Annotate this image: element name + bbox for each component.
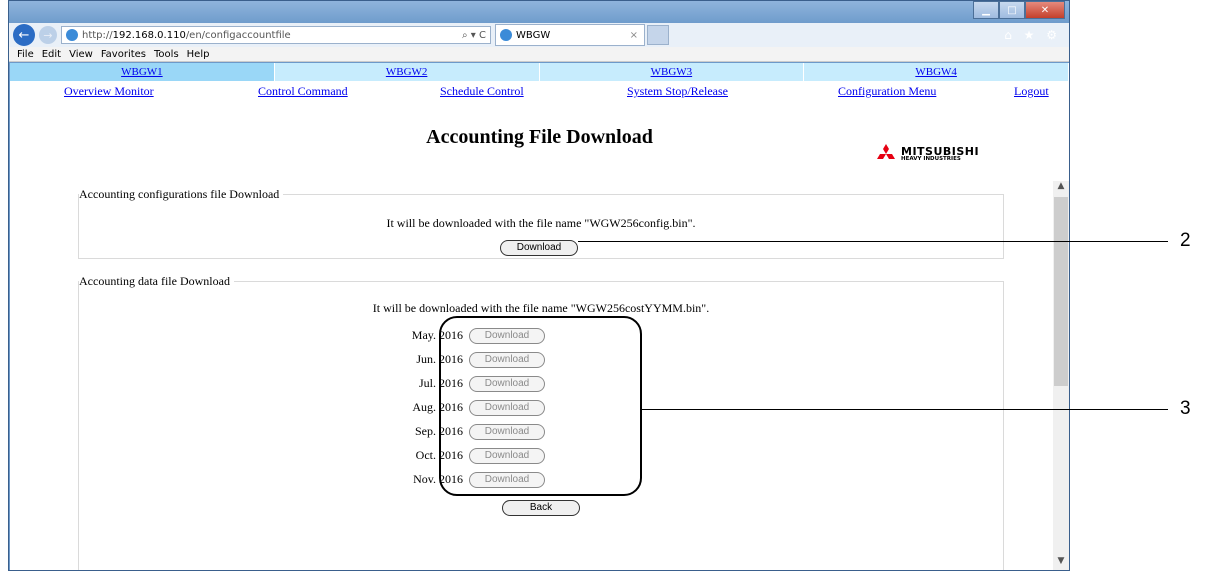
tab-wbgw2-link[interactable]: WBGW2 [386, 66, 428, 78]
tab-close-icon[interactable]: × [630, 30, 638, 41]
menu-view[interactable]: View [69, 49, 93, 60]
nav-logout[interactable]: Logout [1014, 84, 1049, 99]
callout-2-leader [578, 241, 1168, 242]
back-arrow-icon[interactable]: ← [13, 24, 35, 46]
browser-window: ▁ □ ✕ ← → http://192.168.0.110/en/config… [8, 0, 1070, 571]
menu-favorites[interactable]: Favorites [101, 49, 146, 60]
nav-configuration-menu[interactable]: Configuration Menu [838, 84, 936, 99]
tab-wbgw4-link[interactable]: WBGW4 [915, 66, 957, 78]
config-file-note: It will be downloaded with the file name… [386, 216, 696, 230]
data-file-note: It will be downloaded with the file name… [372, 301, 710, 315]
nav-schedule-control[interactable]: Schedule Control [440, 84, 524, 99]
config-file-section: Accounting configurations file Download … [78, 187, 1004, 259]
scroll-up-icon[interactable]: ▲ [1053, 181, 1069, 195]
main-nav: Overview Monitor Control Command Schedul… [10, 81, 1069, 101]
callout-2-number: 2 [1180, 230, 1191, 251]
search-refresh-icon[interactable]: ⌕ ▾ C [462, 30, 486, 41]
forward-arrow-icon[interactable]: → [39, 26, 57, 44]
browser-toolbar: ← → http://192.168.0.110/en/configaccoun… [9, 23, 1069, 47]
title-bar: ▁ □ ✕ [9, 1, 1069, 23]
vertical-scrollbar[interactable]: ▲ ▼ [1053, 181, 1069, 570]
mitsubishi-logo: MITSUBISHI HEAVY INDUSTRIES [875, 144, 979, 164]
close-window-button[interactable]: ✕ [1025, 1, 1065, 19]
tab-wbgw1[interactable]: WBGW1 [10, 63, 275, 81]
tab-wbgw3[interactable]: WBGW3 [539, 63, 805, 81]
config-section-legend: Accounting configurations file Download [79, 187, 280, 201]
address-host: 192.168.0.110 [112, 29, 186, 41]
tab-wbgw4[interactable]: WBGW4 [804, 63, 1069, 81]
config-download-button[interactable]: Download [500, 240, 578, 256]
home-favorites-settings-icons[interactable]: ⌂ ★ ⚙ [1004, 28, 1061, 42]
three-diamonds-icon [877, 144, 895, 159]
data-section-legend: Accounting data file Download [79, 274, 230, 288]
menu-file[interactable]: File [17, 49, 34, 60]
callout-3-leader [640, 409, 1168, 410]
callout-3-number: 3 [1180, 398, 1191, 419]
address-bar[interactable]: http://192.168.0.110/en/configaccountfil… [61, 26, 491, 44]
address-path: /en/configaccountfile [185, 29, 291, 41]
scroll-down-icon[interactable]: ▼ [1053, 556, 1069, 570]
maximize-button[interactable]: □ [999, 1, 1025, 19]
tab-title: WBGW [516, 29, 551, 41]
ie-icon [66, 29, 78, 41]
gateway-tabs: WBGW1 WBGW2 WBGW3 WBGW4 [10, 63, 1069, 81]
window-controls: ▁ □ ✕ [973, 1, 1065, 19]
tab-ie-icon [500, 29, 512, 41]
address-prefix: http:// [82, 29, 113, 41]
months-callout-frame [439, 316, 642, 496]
menu-help[interactable]: Help [187, 49, 210, 60]
minimize-button[interactable]: ▁ [973, 1, 999, 19]
nav-overview-monitor[interactable]: Overview Monitor [64, 84, 154, 99]
nav-control-command[interactable]: Control Command [258, 84, 348, 99]
page-content: WBGW1 WBGW2 WBGW3 WBGW4 Overview Monitor… [10, 63, 1069, 570]
nav-system-stop-release[interactable]: System Stop/Release [627, 84, 728, 99]
tab-wbgw2[interactable]: WBGW2 [274, 63, 540, 81]
tab-wbgw1-link[interactable]: WBGW1 [121, 66, 163, 78]
back-button[interactable]: Back [502, 500, 580, 516]
new-tab-button[interactable] [647, 25, 669, 45]
menu-edit[interactable]: Edit [42, 49, 61, 60]
menu-tools[interactable]: Tools [154, 49, 179, 60]
browser-tab[interactable]: WBGW × [495, 24, 645, 46]
scrollbar-thumb[interactable] [1054, 197, 1068, 386]
menu-bar: File Edit View Favorites Tools Help [9, 47, 1069, 62]
tab-wbgw3-link[interactable]: WBGW3 [651, 66, 693, 78]
